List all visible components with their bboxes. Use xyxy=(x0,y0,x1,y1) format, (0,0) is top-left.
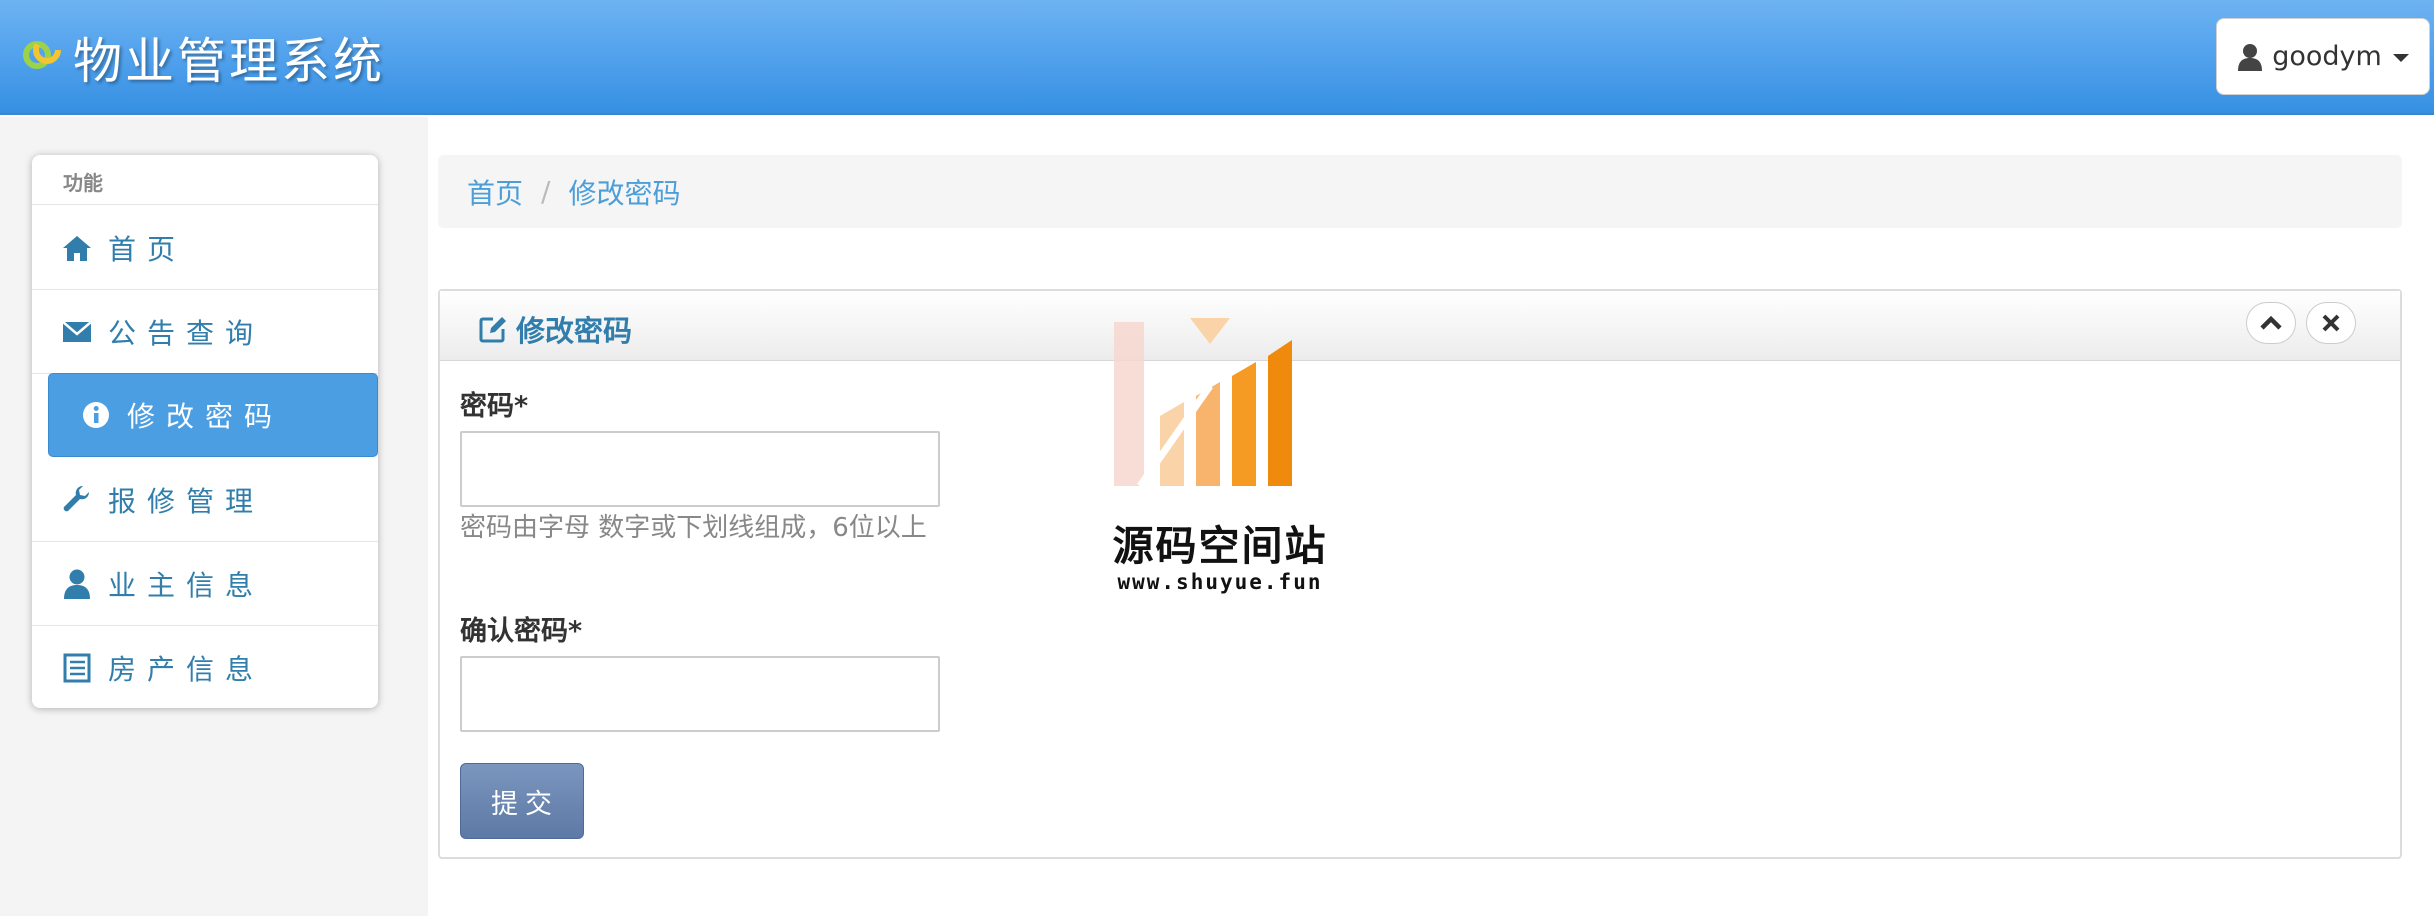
sidebar-item-repairs[interactable]: 报修管理 xyxy=(32,458,378,542)
submit-button[interactable]: 提交 xyxy=(460,763,584,839)
confirm-password-label: 确认密码* xyxy=(460,616,583,647)
app-title[interactable]: 物业管理系统 xyxy=(73,22,385,93)
sidebar-item-label: 报修管理 xyxy=(108,484,265,518)
breadcrumb: 首页 / 修改密码 xyxy=(438,155,2402,228)
logo-icon xyxy=(23,36,61,69)
sidebar-header-label: 功能 xyxy=(63,171,103,195)
sidebar-item-announcements[interactable]: 公告查询 xyxy=(32,290,378,374)
user-icon xyxy=(2238,43,2263,71)
breadcrumb-current-link[interactable]: 修改密码 xyxy=(568,172,680,212)
panel-title-text: 修改密码 xyxy=(516,314,633,348)
panel-header: 修改密码 xyxy=(440,291,2400,361)
user-icon xyxy=(62,569,92,599)
sidebar-item-label: 房产信息 xyxy=(108,653,265,686)
sidebar-header: 功能 xyxy=(32,155,378,205)
chevron-down-icon xyxy=(2392,54,2409,62)
home-icon xyxy=(62,233,92,263)
watermark-url: www.shuyue.fun xyxy=(1117,570,1323,594)
list-icon xyxy=(62,653,92,683)
watermark-text: 源码空间站 xyxy=(1112,522,1328,570)
password-help-text: 密码由字母 数字或下划线组成，6位以上 xyxy=(460,513,927,543)
sidebar-item-properties[interactable]: 房产信息 xyxy=(32,626,378,710)
watermark: 源码空间站 www.shuyue.fun xyxy=(1100,316,1340,606)
confirm-password-field[interactable] xyxy=(460,656,940,732)
wrench-icon xyxy=(62,485,92,515)
chevron-up-icon xyxy=(2260,315,2282,330)
password-field[interactable] xyxy=(460,431,940,507)
watermark-logo-icon xyxy=(1114,318,1292,489)
close-icon xyxy=(2322,314,2340,332)
change-password-panel: 修改密码 密码* 密码由字母 数字或下划线组成，6位以上 确认密码* 提交 xyxy=(438,289,2402,859)
password-label: 密码* xyxy=(460,391,529,422)
sidebar-item-owners[interactable]: 业主信息 xyxy=(32,542,378,626)
close-button[interactable] xyxy=(2306,302,2356,344)
user-menu-button[interactable]: goodym xyxy=(2216,18,2430,95)
envelope-icon xyxy=(62,317,92,347)
info-icon xyxy=(81,400,111,430)
sidebar-item-label: 修改密码 xyxy=(127,400,284,433)
sidebar: 功能 首页 公告查询 修改密码 报修管理 业主信息 房产信息 xyxy=(32,155,378,708)
top-navbar: 物业管理系统 goodym xyxy=(0,0,2434,115)
edit-icon xyxy=(479,317,506,343)
user-name: goodym xyxy=(2272,41,2382,72)
sidebar-item-label: 公告查询 xyxy=(108,316,265,350)
sidebar-item-change-password[interactable]: 修改密码 xyxy=(48,373,378,457)
breadcrumb-separator: / xyxy=(541,175,551,208)
sidebar-item-home[interactable]: 首页 xyxy=(32,206,378,290)
sidebar-item-label: 首页 xyxy=(108,232,187,266)
panel-title: 修改密码 xyxy=(478,308,632,350)
breadcrumb-home-link[interactable]: 首页 xyxy=(467,172,523,212)
collapse-button[interactable] xyxy=(2246,302,2296,344)
sidebar-item-label: 业主信息 xyxy=(108,568,265,602)
